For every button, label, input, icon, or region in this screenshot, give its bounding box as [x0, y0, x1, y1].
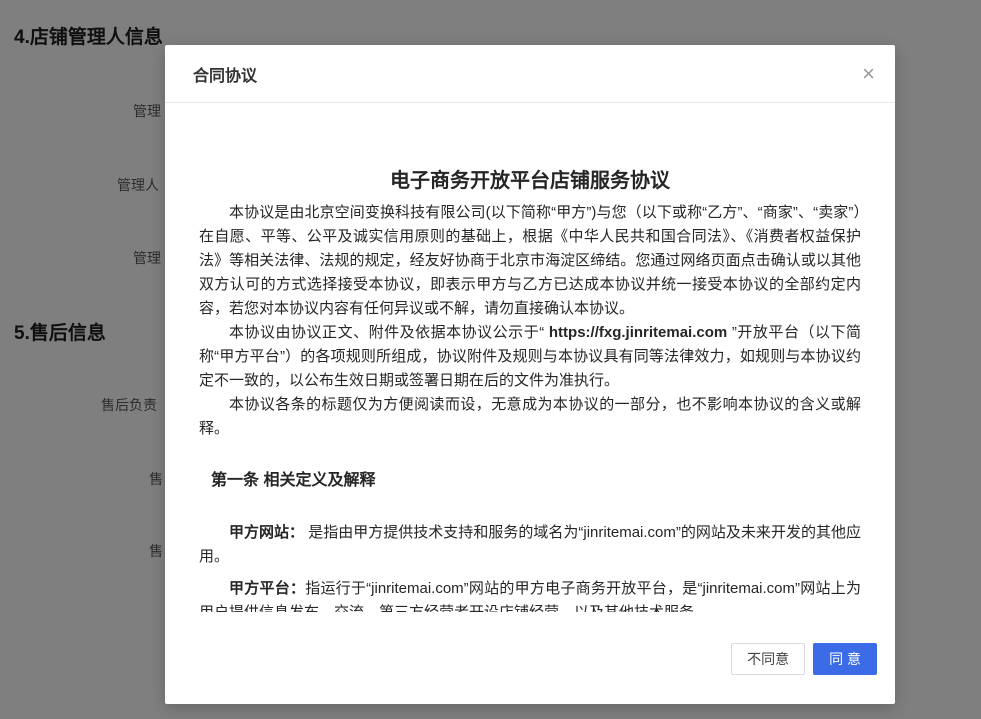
definition-term: 甲方网站： — [229, 524, 304, 541]
agreement-title: 电子商务开放平台店铺服务协议 — [199, 167, 861, 195]
definition-jiafang-website: 甲方网站： 是指由甲方提供技术支持和服务的域名为“jinritemai.com”… — [199, 521, 861, 569]
contract-agreement-modal: 合同协议 × 电子商务开放平台店铺服务协议 本协议是由北京空间变换科技有限公司(… — [165, 45, 895, 704]
definition-jiafang-platform: 甲方平台：指运行于“jinritemai.com”网站的甲方电子商务开放平台，是… — [199, 577, 861, 612]
agreement-scroll-area[interactable]: 电子商务开放平台店铺服务协议 本协议是由北京空间变换科技有限公司(以下简称“甲方… — [165, 103, 895, 612]
modal-footer: 不同意 同 意 — [731, 643, 877, 675]
modal-title: 合同协议 — [193, 62, 257, 86]
definition-term: 甲方平台： — [229, 580, 305, 597]
agreement-section-1-heading: 第一条 相关定义及解释 — [199, 469, 861, 493]
agreement-paragraph-1: 本协议是由北京空间变换科技有限公司(以下简称“甲方”)与您（以下或称“乙方”、“… — [199, 201, 861, 321]
agree-button[interactable]: 同 意 — [813, 643, 877, 675]
paragraph-2-text-pre: 本协议由协议正文、附件及依据本协议公示于“ — [229, 324, 549, 341]
close-icon[interactable]: × — [862, 63, 875, 85]
agreement-paragraph-2: 本协议由协议正文、附件及依据本协议公示于“ https://fxg.jinrit… — [199, 321, 861, 393]
disagree-button[interactable]: 不同意 — [731, 643, 805, 675]
agreement-paragraph-3: 本协议各条的标题仅为方便阅读而设，无意成为本协议的一部分，也不影响本协议的含义或… — [199, 393, 861, 441]
platform-url: https://fxg.jinritemai.com — [549, 324, 727, 341]
modal-header: 合同协议 × — [165, 45, 895, 103]
